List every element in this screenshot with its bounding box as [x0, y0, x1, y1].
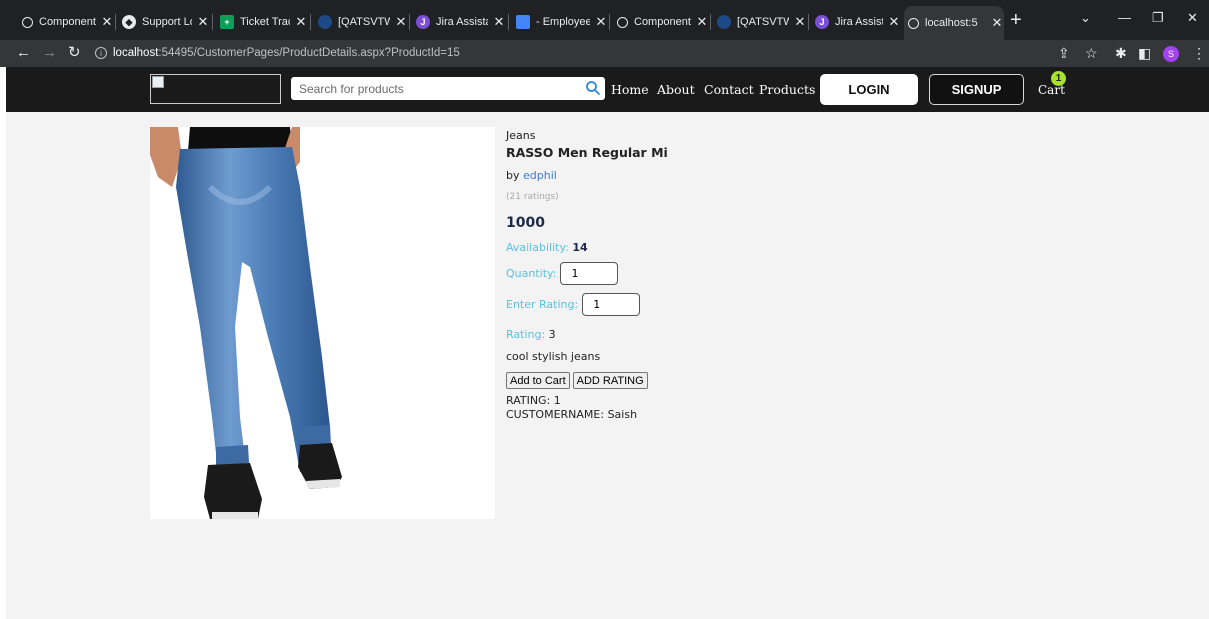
nav-products[interactable]: Products [759, 82, 815, 97]
close-icon[interactable]: ✕ [990, 15, 1004, 31]
browser-toolbar: ← → ↻ i localhost:54495/CustomerPages/Pr… [0, 40, 1209, 67]
quantity-input[interactable] [560, 262, 619, 285]
availability-value: 14 [572, 241, 588, 254]
login-button[interactable]: LOGIN [820, 74, 918, 105]
product-category: Jeans [506, 129, 536, 142]
close-icon[interactable]: ✕ [100, 14, 114, 30]
quantity-row: Quantity: [506, 262, 619, 285]
browser-tab[interactable]: - Employee ✕ [512, 9, 608, 35]
back-arrow-icon[interactable]: ← [16, 44, 31, 62]
close-icon[interactable]: ✕ [492, 14, 506, 30]
broken-image-icon [152, 76, 164, 88]
product-title: RASSO Men Regular Mi [506, 145, 668, 160]
browser-tab[interactable]: [QATSVTW ✕ [314, 9, 408, 35]
review-rating: RATING: 1 [506, 394, 561, 407]
nav-home[interactable]: Home [611, 82, 649, 97]
close-icon[interactable]: ✕ [594, 14, 608, 30]
new-tab-button[interactable]: + [1010, 10, 1022, 30]
close-icon[interactable]: ✕ [695, 14, 709, 30]
browser-tab[interactable]: J Jira Assistan ✕ [412, 9, 506, 35]
search-input[interactable] [291, 77, 581, 100]
add-rating-button[interactable]: ADD RATING [572, 372, 648, 389]
reload-icon[interactable]: ↻ [68, 44, 81, 62]
doc-icon [717, 15, 731, 29]
tab-separator [808, 14, 809, 30]
cart-count-badge: 1 [1051, 71, 1066, 86]
product-description: cool stylish jeans [506, 350, 601, 363]
average-rating: Rating: 3 [506, 328, 556, 341]
brand-link[interactable]: edphil [523, 169, 557, 182]
globe-icon [908, 17, 919, 29]
ratings-count: (21 ratings) [506, 192, 559, 202]
jeans-image [150, 127, 342, 519]
address-bar[interactable]: i localhost:54495/CustomerPages/ProductD… [95, 43, 1055, 63]
browser-tab[interactable]: Component ✕ [613, 9, 709, 35]
browser-tab[interactable]: + Ticket Track ✕ [216, 9, 308, 35]
add-to-cart-button[interactable]: Add to Cart [506, 372, 570, 389]
tab-search-icon[interactable]: ⌄ [1080, 10, 1091, 26]
browser-tab[interactable]: [QATSVTW ✕ [713, 9, 807, 35]
page-content: Home About Contact Products LOGIN SIGNUP… [6, 67, 1209, 619]
product-brand-line: by edphil [506, 169, 557, 182]
rating-input[interactable] [582, 293, 641, 316]
search-icon[interactable] [585, 80, 601, 96]
restore-icon[interactable]: ❐ [1152, 10, 1164, 26]
browser-tab[interactable]: Component ✕ [18, 9, 114, 35]
compass-icon: ◆ [122, 15, 136, 29]
review-customer-name: CUSTOMERNAME: Saish [506, 408, 638, 421]
close-icon[interactable]: ✕ [887, 14, 901, 30]
nav-contact[interactable]: Contact [704, 82, 754, 97]
info-icon[interactable]: i [95, 47, 107, 59]
search-bar [291, 77, 605, 100]
tab-separator [115, 14, 116, 30]
forward-arrow-icon[interactable]: → [42, 44, 57, 62]
sheets-icon: + [220, 15, 234, 29]
enter-rating-row: Enter Rating: [506, 293, 641, 316]
close-icon[interactable]: ✕ [294, 14, 308, 30]
product-image [150, 127, 495, 519]
tab-separator [710, 14, 711, 30]
jira-icon: J [416, 15, 430, 29]
share-icon[interactable]: ⇪ [1058, 45, 1070, 61]
globe-icon [617, 16, 628, 28]
action-buttons: Add to Cart ADD RATING [506, 372, 648, 389]
browser-tab-strip: Component ✕ ◆ Support Lo ✕ + Ticket Trac… [0, 0, 1209, 40]
menu-icon[interactable]: ⋮ [1192, 45, 1206, 61]
close-window-icon[interactable]: ✕ [1187, 10, 1198, 26]
close-icon[interactable]: ✕ [793, 14, 807, 30]
tab-separator [409, 14, 410, 30]
browser-tab-active[interactable]: localhost:5 ✕ [904, 6, 1004, 40]
site-logo[interactable] [150, 74, 281, 104]
star-icon[interactable]: ☆ [1085, 45, 1098, 61]
signup-button[interactable]: SIGNUP [929, 74, 1024, 105]
globe-icon [22, 16, 33, 28]
close-icon[interactable]: ✕ [394, 14, 408, 30]
product-price: 1000 [506, 215, 545, 231]
site-navbar: Home About Contact Products LOGIN SIGNUP… [6, 67, 1209, 112]
extensions-icon[interactable]: ✱ [1115, 45, 1127, 61]
profile-avatar[interactable]: S [1163, 46, 1179, 62]
minimize-icon[interactable]: — [1118, 10, 1131, 25]
tab-separator [508, 14, 509, 30]
tab-separator [310, 14, 311, 30]
browser-tab[interactable]: ◆ Support Lo ✕ [118, 9, 210, 35]
doc-icon [516, 15, 530, 29]
tab-separator [609, 14, 610, 30]
nav-about[interactable]: About [657, 82, 695, 97]
close-icon[interactable]: ✕ [196, 14, 210, 30]
doc-icon [318, 15, 332, 29]
availability: Availability: 14 [506, 241, 588, 254]
browser-tab[interactable]: J Jira Assistan ✕ [811, 9, 901, 35]
side-panel-icon[interactable]: ◧ [1138, 45, 1151, 61]
tab-separator [212, 14, 213, 30]
jira-icon: J [815, 15, 829, 29]
